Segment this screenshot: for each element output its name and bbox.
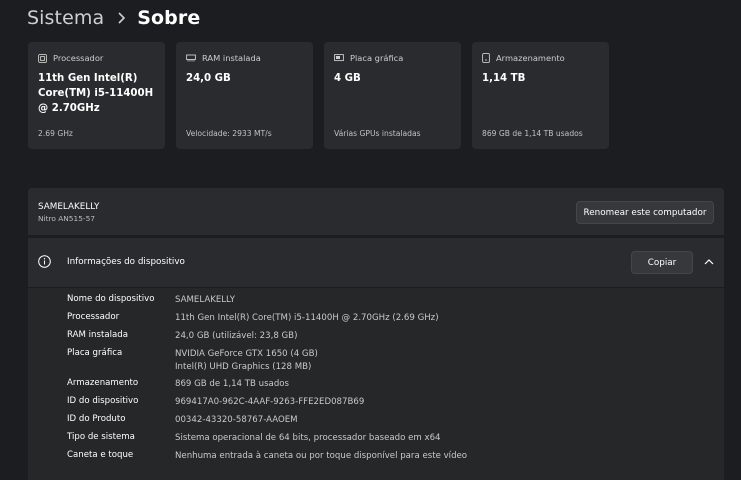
card-ram: RAM instalada 24,0 GB Velocidade: 2933 M… xyxy=(176,42,313,149)
card-value: 24,0 GB xyxy=(186,73,231,84)
spec-value-secondary: Intel(R) UHD Graphics (128 MB) xyxy=(175,362,312,372)
card-label: Processador xyxy=(53,53,104,63)
spec-value: NVIDIA GeForce GTX 1650 (4 GB) xyxy=(175,349,318,359)
card-label: RAM instalada xyxy=(202,53,261,63)
spec-value: 969417A0-962C-4AAF-9263-FFE2ED087B69 xyxy=(175,397,365,407)
page-title: Sobre xyxy=(137,7,201,29)
spec-value: SAMELAKELLY xyxy=(175,295,235,305)
spec-label: Nome do dispositivo xyxy=(67,294,155,304)
spec-cards: Processador 11th Gen Intel(R) Core(TM) i… xyxy=(28,42,609,149)
gpu-icon xyxy=(334,54,344,62)
card-subtext: Velocidade: 2933 MT/s xyxy=(186,129,272,138)
spec-value: Sistema operacional de 64 bits, processa… xyxy=(175,433,441,443)
card-processor: Processador 11th Gen Intel(R) Core(TM) i… xyxy=(28,42,165,149)
rename-computer-button[interactable]: Renomear este computador xyxy=(576,201,714,224)
computer-name: SAMELAKELLY xyxy=(38,202,100,212)
copy-button[interactable]: Copiar xyxy=(631,251,693,274)
spec-label: ID do Produto xyxy=(67,414,126,424)
card-subtext: 2.69 GHz xyxy=(38,129,73,138)
spec-value: 11th Gen Intel(R) Core(TM) i5-11400H @ 2… xyxy=(175,313,439,323)
spec-label: ID do dispositivo xyxy=(67,396,139,406)
card-value: 1,14 TB xyxy=(482,73,526,84)
spec-label: Placa gráfica xyxy=(67,348,123,358)
card-subtext: Várias GPUs instaladas xyxy=(334,129,421,138)
card-storage: Armazenamento 1,14 TB 869 GB de 1,14 TB … xyxy=(472,42,609,149)
spec-label: RAM instalada xyxy=(67,330,128,340)
card-gpu: Placa gráfica 4 GB Várias GPUs instalada… xyxy=(324,42,461,149)
computer-name-panel: SAMELAKELLY Nitro AN515-57 Renomear este… xyxy=(28,188,724,235)
chevron-up-icon[interactable] xyxy=(704,258,714,265)
chevron-right-icon xyxy=(117,12,126,24)
spec-value: Nenhuma entrada à caneta ou por toque di… xyxy=(175,451,468,461)
card-value: 4 GB xyxy=(334,73,361,84)
spec-label: Caneta e toque xyxy=(67,450,134,460)
info-icon xyxy=(38,255,51,268)
card-subtext: 869 GB de 1,14 TB usados xyxy=(482,129,583,138)
spec-value: 24,0 GB (utilizável: 23,8 GB) xyxy=(175,331,298,341)
breadcrumb-sistema[interactable]: Sistema xyxy=(27,7,104,29)
card-label: Placa gráfica xyxy=(350,53,404,63)
device-info-title: Informações do dispositivo xyxy=(67,257,185,267)
breadcrumb: Sistema Sobre xyxy=(27,4,200,32)
processor-icon xyxy=(38,53,47,63)
card-label: Armazenamento xyxy=(496,53,565,63)
spec-label: Armazenamento xyxy=(67,378,139,388)
spec-value: 869 GB de 1,14 TB usados xyxy=(175,379,290,389)
computer-model: Nitro AN515-57 xyxy=(38,214,95,223)
card-value: 11th Gen Intel(R) Core(TM) i5-11400H @ 2… xyxy=(38,73,154,114)
device-info-details: Nome do dispositivo SAMELAKELLY Processa… xyxy=(28,288,724,480)
ram-icon xyxy=(186,54,196,62)
storage-icon xyxy=(482,53,490,63)
spec-label: Processador xyxy=(67,312,120,322)
device-info-header[interactable]: Informações do dispositivo Copiar xyxy=(28,238,724,287)
spec-value: 00342-43320-58767-AAOEM xyxy=(175,415,298,425)
about-page: Sistema Sobre Processador 11th Gen Intel… xyxy=(0,0,741,480)
spec-label: Tipo de sistema xyxy=(67,432,135,442)
